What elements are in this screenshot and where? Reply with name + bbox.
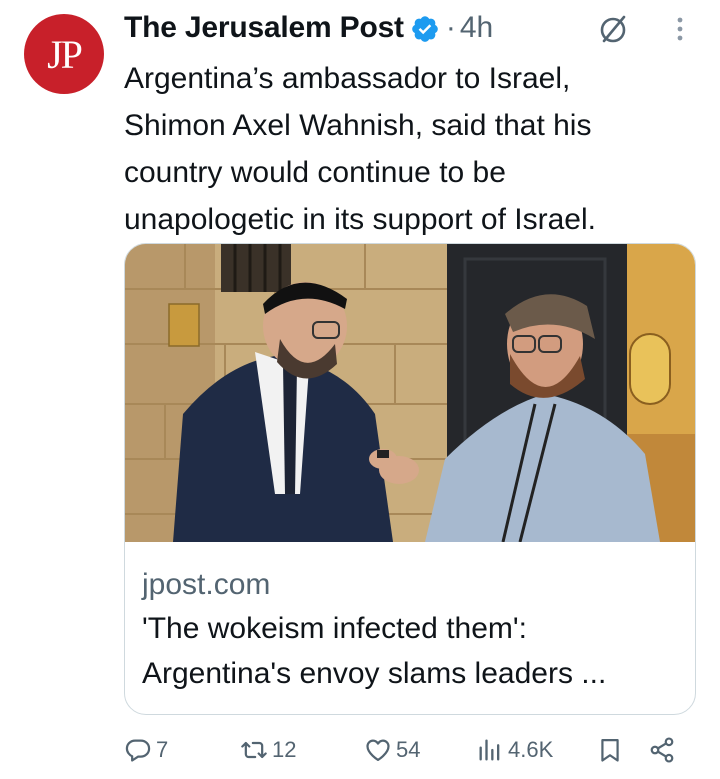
like-button[interactable]: 54 — [364, 730, 420, 770]
action-bar: 7 12 54 4.6K — [124, 730, 696, 770]
card-meta: jpost.com 'The wokeism infected them': A… — [142, 564, 678, 696]
share-button[interactable] — [648, 730, 676, 770]
heart-icon — [366, 739, 390, 762]
author-name[interactable]: The Jerusalem Post — [124, 11, 404, 45]
views-button[interactable]: 4.6K — [476, 730, 553, 770]
views-chart-icon — [479, 739, 500, 761]
repost-button[interactable]: 12 — [240, 730, 296, 770]
link-card[interactable]: jpost.com 'The wokeism infected them': A… — [124, 243, 696, 715]
separator-dot: · — [445, 11, 456, 44]
card-title-line: Argentina's envoy slams leaders ... — [142, 657, 607, 690]
bookmark-button[interactable] — [596, 730, 624, 770]
reply-count: 7 — [156, 737, 169, 762]
tweet-text-line: Shimon Axel Wahnish, said that his — [124, 109, 592, 142]
grok-icon[interactable] — [596, 12, 630, 46]
avatar[interactable]: JP — [24, 14, 104, 94]
reply-button[interactable]: 7 — [124, 730, 168, 770]
tweet-text-line: unapologetic in its support of Israel. — [124, 203, 596, 236]
repost-icon — [241, 741, 267, 759]
bookmark-icon — [601, 738, 619, 762]
share-icon — [650, 737, 674, 763]
views-count: 4.6K — [508, 737, 554, 762]
tweet-text-line: country would continue to be — [124, 156, 506, 189]
tweet-content: The Jerusalem Post · 4h Argentina’s amba… — [124, 0, 696, 243]
tweet-text-line: Argentina’s ambassador to Israel, — [124, 62, 571, 95]
more-icon[interactable] — [669, 12, 691, 46]
card-title-line: 'The wokeism infected them': — [142, 612, 527, 645]
tweet-text: Argentina’s ambassador to Israel, Shimon… — [124, 55, 696, 243]
post-time[interactable]: 4h — [460, 11, 493, 45]
verified-badge-icon — [412, 16, 438, 42]
tweet-header: The Jerusalem Post · 4h — [124, 0, 696, 56]
reply-icon — [125, 739, 151, 762]
repost-count: 12 — [272, 737, 297, 762]
article-photo[interactable] — [125, 244, 696, 542]
card-domain: jpost.com — [142, 568, 271, 601]
like-count: 54 — [396, 737, 421, 762]
